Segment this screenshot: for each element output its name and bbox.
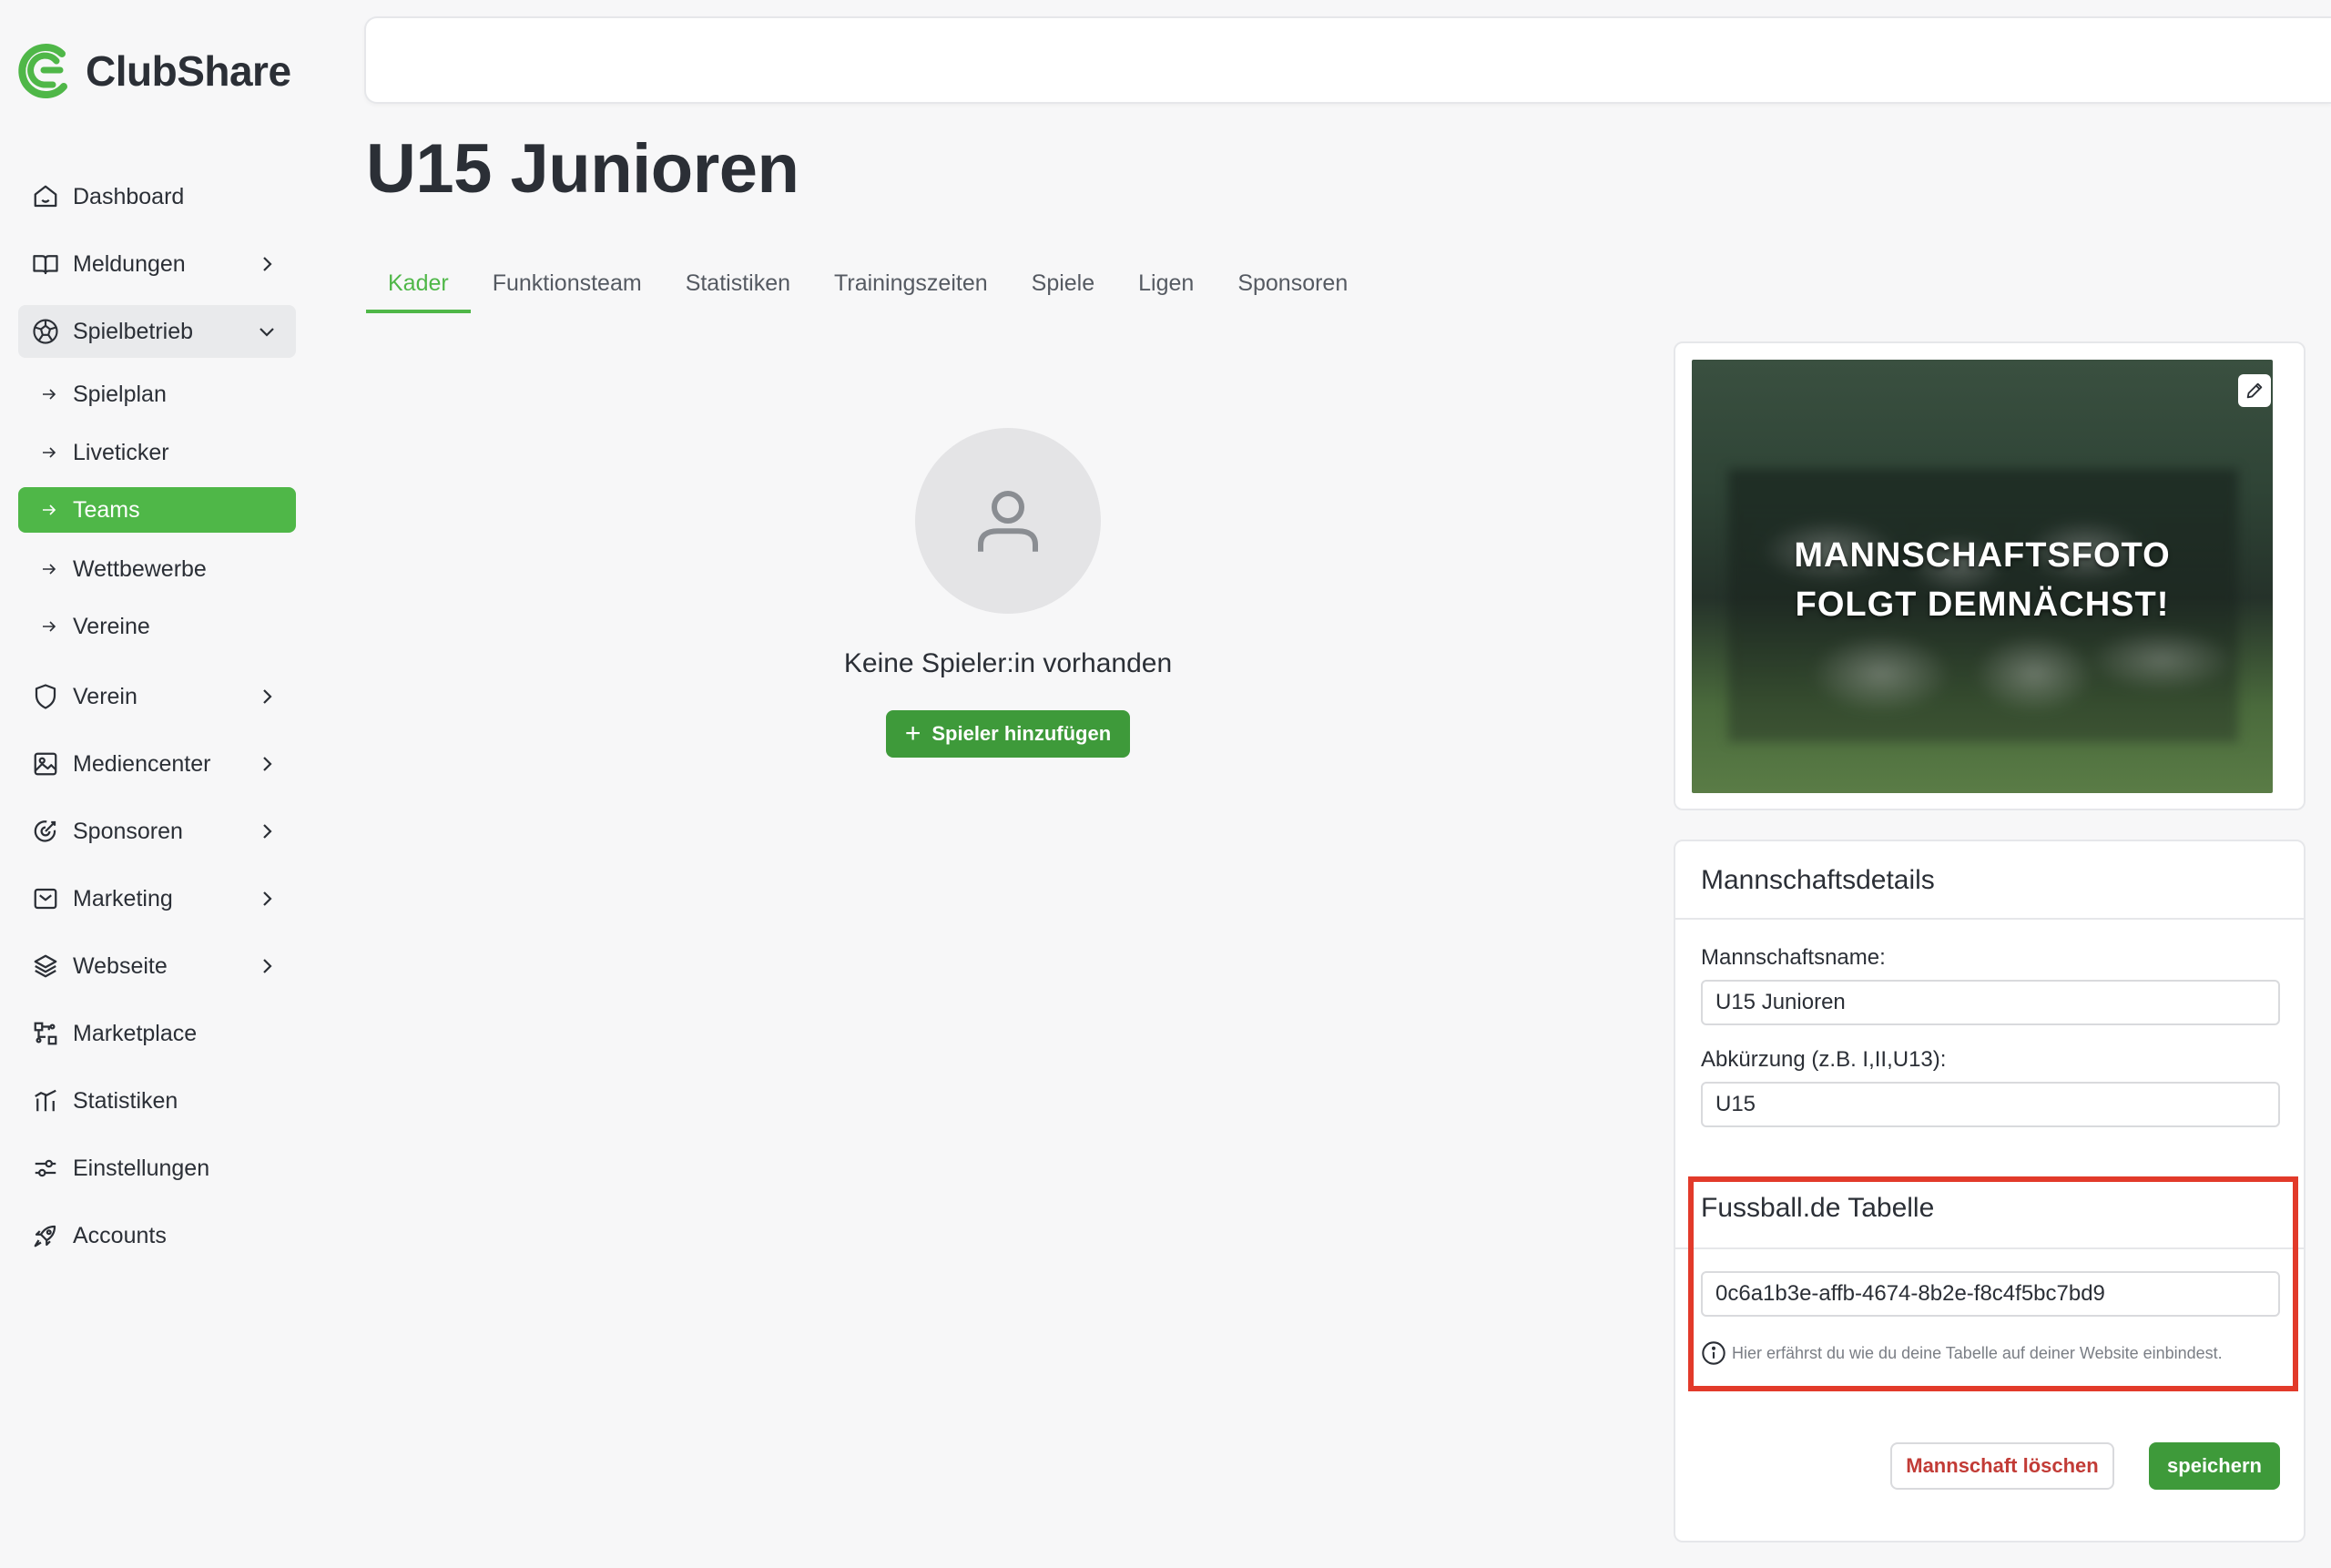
edit-photo-button[interactable] [2238,374,2271,407]
sidebar-item-marketing[interactable]: Marketing [18,872,296,925]
sidebar-item-label: Marketing [73,885,173,911]
tab-statistiken[interactable]: Statistiken [664,262,812,313]
sidebar-item-label: Dashboard [73,183,185,209]
plus-icon: + [904,718,921,748]
sidebar-item-label: Spielbetrieb [73,318,194,344]
sidebar-item-sponsoren[interactable]: Sponsoren [18,805,296,858]
chevron-right-icon [263,757,272,771]
sidebar-item-label: Sponsoren [73,818,183,844]
sidebar-subitem-label: Wettbewerbe [73,555,207,582]
tab-funktionsteam[interactable]: Funktionsteam [471,262,664,313]
sidebar: ClubShare Dashboard Meldungen Spielbetri… [0,0,328,1568]
chevron-right-icon [263,689,272,704]
abbreviation-label: Abkürzung (z.B. I,II,U13): [1701,1047,1947,1072]
team-details-card: Mannschaftsdetails Mannschaftsname: Abkü… [1674,840,2306,1543]
delete-team-button[interactable]: Mannschaft löschen [1890,1442,2114,1490]
sidebar-item-spielbetrieb[interactable]: Spielbetrieb [18,305,296,358]
tab-spiele[interactable]: Spiele [1010,262,1117,313]
save-button[interactable]: speichern [2149,1442,2280,1490]
pencil-icon [2246,382,2263,399]
layers-icon [31,952,60,981]
sidebar-item-accounts[interactable]: Accounts [18,1209,296,1262]
sidebar-item-marketplace[interactable]: Marketplace [18,1007,296,1060]
sidebar-subitem-spielplan[interactable]: Spielplan [18,372,296,417]
sidebar-item-mediencenter[interactable]: Mediencenter [18,738,296,790]
chevron-right-icon [263,959,272,973]
chevron-down-icon [260,328,274,337]
clubshare-logo-icon [18,44,67,98]
soccer-ball-icon [31,317,60,346]
sidebar-item-meldungen[interactable]: Meldungen [18,238,296,290]
brand-logo[interactable]: ClubShare [16,38,291,104]
add-player-button[interactable]: + Spieler hinzufügen [886,710,1130,758]
sidebar-item-label: Verein [73,683,137,709]
marketplace-icon [31,1019,60,1048]
avatar-placeholder [915,428,1101,614]
rocket-icon [31,1221,60,1250]
sidebar-item-dashboard[interactable]: Dashboard [18,170,296,223]
sidebar-subitem-label: Vereine [73,613,150,639]
chevron-right-icon [263,824,272,839]
target-icon [31,817,60,846]
sidebar-item-label: Marketplace [73,1020,198,1046]
photo-text-line1: MANNSCHAFTSFOTO [1794,536,2171,575]
arrow-right-icon [43,621,56,632]
add-player-label: Spieler hinzufügen [931,722,1112,745]
sidebar-subitem-label: Teams [73,496,140,523]
photo-text-line2: FOLGT DEMNÄCHST! [1795,585,2170,624]
user-icon [978,491,1038,552]
highlight-box [1688,1176,2298,1391]
team-name-input[interactable] [1701,980,2280,1025]
arrow-right-icon [43,564,56,575]
shield-icon [31,682,60,711]
sidebar-subitem-liveticker[interactable]: Liveticker [18,430,296,475]
sidebar-subitem-vereine[interactable]: Vereine [18,604,296,649]
sidebar-item-label: Meldungen [73,250,186,277]
divider [1675,918,2304,920]
chevron-right-icon [263,891,272,906]
abbreviation-input[interactable] [1701,1082,2280,1127]
sliders-icon [31,1154,60,1183]
team-photo: MANNSCHAFTSFOTO FOLGT DEMNÄCHST! [1692,360,2273,793]
sidebar-item-label: Einstellungen [73,1155,210,1181]
tab-kader[interactable]: Kader [366,262,471,313]
chevron-right-icon [263,257,272,271]
arrow-right-icon [43,447,56,458]
tab-sponsoren[interactable]: Sponsoren [1216,262,1369,313]
top-bar [364,16,2331,104]
mail-icon [31,884,60,913]
arrow-right-icon [43,389,56,400]
team-name-label: Mannschaftsname: [1701,945,1886,970]
sidebar-item-label: Mediencenter [73,750,211,777]
tab-trainingszeiten[interactable]: Trainingszeiten [812,262,1010,313]
arrow-right-icon [43,504,56,515]
sidebar-item-einstellungen[interactable]: Einstellungen [18,1142,296,1195]
chart-icon [31,1086,60,1115]
sidebar-subitem-teams[interactable]: Teams [18,487,296,533]
team-photo-card: MANNSCHAFTSFOTO FOLGT DEMNÄCHST! [1674,341,2306,810]
sidebar-item-webseite[interactable]: Webseite [18,940,296,993]
sidebar-item-label: Statistiken [73,1087,178,1114]
sidebar-subitem-label: Liveticker [73,439,169,465]
details-header: Mannschaftsdetails [1701,865,1935,895]
photo-placeholder-text: MANNSCHAFTSFOTO FOLGT DEMNÄCHST! [1692,531,2273,629]
brand-name: ClubShare [86,47,291,95]
page-title: U15 Junioren [366,130,799,208]
sidebar-item-verein[interactable]: Verein [18,670,296,723]
sidebar-subitem-label: Spielplan [73,381,167,407]
home-icon [31,182,60,211]
sidebar-item-label: Webseite [73,952,168,979]
tab-bar: Kader Funktionsteam Statistiken Training… [366,262,1369,313]
image-icon [31,749,60,779]
empty-state-text: Keine Spieler:in vorhanden [843,648,1173,678]
tab-ligen[interactable]: Ligen [1116,262,1216,313]
sidebar-item-label: Accounts [73,1222,167,1248]
sidebar-item-statistiken[interactable]: Statistiken [18,1074,296,1127]
sidebar-subitem-wettbewerbe[interactable]: Wettbewerbe [18,546,296,592]
book-icon [31,249,60,279]
